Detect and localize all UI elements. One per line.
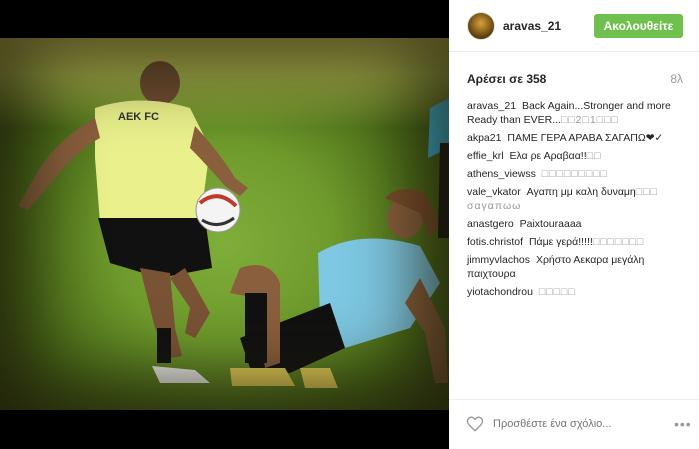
comment-text: Paixtouraaaa [519, 218, 582, 230]
follow-button[interactable]: Ακολουθείτε [594, 14, 683, 38]
post-photo[interactable]: AEK FC [0, 38, 449, 410]
comment: vale_vkator Αγαπη μμ καλη δυναμη□□□ σαγα… [467, 185, 689, 213]
media-pane: AEK FC [0, 0, 449, 449]
post-header: aravas_21 Ακολουθείτε [449, 0, 699, 52]
comment-author[interactable]: athens_viewss [467, 168, 536, 180]
comment: akpa21 ΠΑΜΕ ΓΕΡΑ ΑΡΑΒΑ ΣΑΓΑΠΩ❤✓ [467, 131, 689, 145]
comment-text: Πάμε γερά!!!!! [528, 236, 593, 248]
comment-emoji: □□□□□ [538, 286, 576, 298]
comment-author[interactable]: anastgero [467, 218, 514, 230]
comment-author[interactable]: jimmyvlachos [467, 254, 530, 266]
shirt-text: AEK FC [118, 111, 159, 123]
football-players-illustration: AEK FC [18, 61, 449, 388]
comment-text: ΠΑΜΕ ΓΕΡΑ ΑΡΑΒΑ ΣΑΓΑΠΩ❤✓ [507, 132, 664, 144]
comment-author[interactable]: vale_vkator [467, 186, 521, 198]
username-link[interactable]: aravas_21 [503, 19, 561, 33]
comment: anastgero Paixtouraaaa [467, 217, 689, 231]
add-comment-bar: ••• [449, 399, 699, 449]
comment-input[interactable] [493, 414, 683, 434]
comment: fotis.christof Πάμε γερά!!!!!□□□□□□□ [467, 235, 689, 249]
comment-author[interactable]: akpa21 [467, 132, 501, 144]
comment-emoji: □□ [586, 150, 602, 162]
heart-icon[interactable] [466, 415, 484, 433]
likes-row: Αρέσει σε 358 8λ [467, 72, 683, 86]
comment: jimmyvlachos Χρήστο Αεκαρα μεγάλη παιχτο… [467, 253, 689, 281]
comment: athens_viewss □□□□□□□□□ [467, 167, 689, 181]
comment-author[interactable]: effie_krl [467, 150, 504, 162]
likes-count[interactable]: Αρέσει σε 358 [467, 72, 546, 86]
post-side-panel: aravas_21 Ακολουθείτε Αρέσει σε 358 8λ a… [449, 0, 699, 449]
more-options-icon[interactable]: ••• [674, 417, 692, 431]
comment-emoji: □□□□□□□□□ [541, 168, 608, 180]
comment: effie_krl Ελα ρε Αραβαα!!□□ [467, 149, 689, 163]
comment-author[interactable]: yiotachondrou [467, 286, 533, 298]
comment-author[interactable]: aravas_21 [467, 100, 516, 112]
comment: yiotachondrou □□□□□ [467, 285, 689, 299]
post-timestamp: 8λ [670, 72, 683, 86]
comment-author[interactable]: fotis.christof [467, 236, 523, 248]
comment-emoji: □□□□□□□ [592, 236, 645, 248]
comment-emoji: □□2□1□□□ [560, 114, 619, 126]
comment-list: aravas_21 Back Again...Stronger and more… [467, 99, 689, 303]
comment: aravas_21 Back Again...Stronger and more… [467, 99, 689, 127]
comment-text: Αγαπη μμ καλη δυναμη [526, 186, 636, 198]
avatar[interactable] [467, 12, 495, 40]
comment-text: Ελα ρε Αραβαα!! [509, 150, 587, 162]
